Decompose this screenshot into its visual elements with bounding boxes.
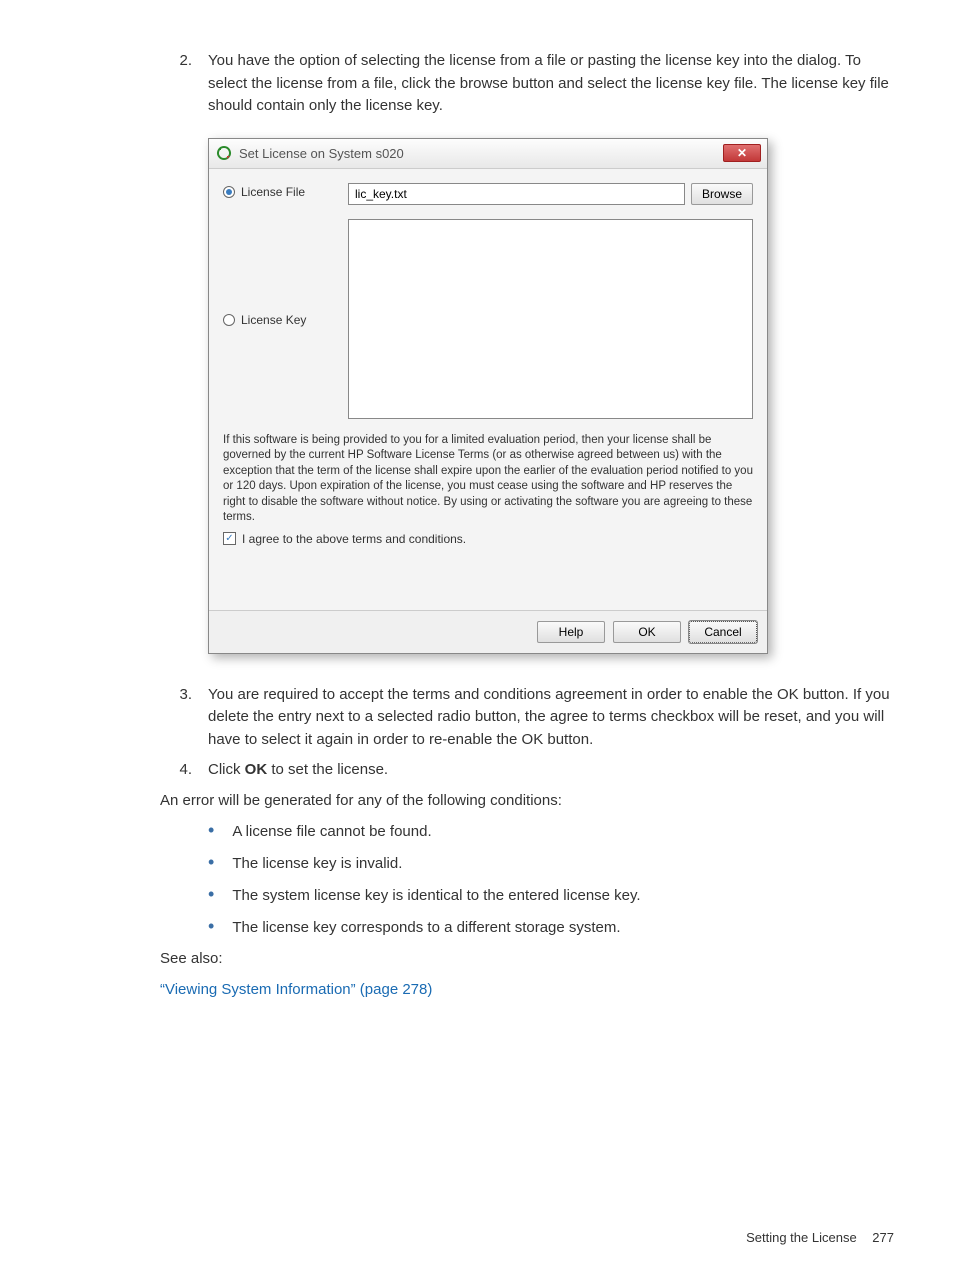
dialog-screenshot: Set License on System s020 ✕ License Fil… (208, 138, 894, 654)
bullet-2: • The license key is invalid. (208, 852, 894, 876)
dialog-title: Set License on System s020 (239, 146, 723, 161)
bullet-icon: • (208, 852, 214, 874)
bullet-text: A license file cannot be found. (232, 820, 431, 844)
step-text: You are required to accept the terms and… (208, 684, 894, 752)
footer-page: 277 (872, 1230, 894, 1245)
step-3: 3. You are required to accept the terms … (160, 684, 894, 752)
ok-button[interactable]: OK (613, 621, 681, 643)
bullet-text: The license key corresponds to a differe… (232, 916, 620, 940)
see-also-link[interactable]: “Viewing System Information” (page 278) (160, 979, 894, 1002)
license-file-label: License File (241, 185, 305, 199)
bullet-icon: • (208, 916, 214, 938)
bullet-text: The system license key is identical to t… (232, 884, 640, 908)
check-icon: ✓ (225, 533, 233, 544)
set-license-dialog: Set License on System s020 ✕ License Fil… (208, 138, 768, 654)
license-key-radio-group[interactable]: License Key (223, 311, 348, 327)
cancel-button[interactable]: Cancel (689, 621, 757, 643)
main-content: 2. You have the option of selecting the … (160, 50, 894, 1001)
dialog-titlebar: Set License on System s020 ✕ (209, 139, 767, 169)
bullet-text: The license key is invalid. (232, 852, 402, 876)
app-icon (215, 144, 233, 162)
license-key-row: License Key (223, 219, 753, 419)
step4-after: to set the license. (267, 761, 388, 778)
close-button[interactable]: ✕ (723, 144, 761, 162)
step-number: 4. (160, 759, 192, 782)
browse-button[interactable]: Browse (691, 183, 753, 205)
bullet-1: • A license file cannot be found. (208, 820, 894, 844)
license-file-input[interactable] (348, 183, 685, 205)
bullet-3: • The system license key is identical to… (208, 884, 894, 908)
error-intro: An error will be generated for any of th… (160, 790, 894, 813)
bullet-icon: • (208, 820, 214, 842)
help-button[interactable]: Help (537, 621, 605, 643)
radio-license-file[interactable] (223, 186, 235, 198)
license-file-radio-group[interactable]: License File (223, 183, 348, 199)
step4-bold: OK (245, 761, 268, 778)
step-number: 3. (160, 684, 192, 752)
terms-text: If this software is being provided to yo… (223, 433, 753, 526)
step-4: 4. Click OK to set the license. (160, 759, 894, 782)
step-list-continued: 3. You are required to accept the terms … (160, 684, 894, 782)
bullet-icon: • (208, 884, 214, 906)
agree-label: I agree to the above terms and condition… (242, 532, 466, 546)
step-text: You have the option of selecting the lic… (208, 50, 894, 118)
step-number: 2. (160, 50, 192, 118)
bullet-4: • The license key corresponds to a diffe… (208, 916, 894, 940)
license-key-label: License Key (241, 313, 306, 327)
agree-row[interactable]: ✓ I agree to the above terms and conditi… (223, 532, 753, 546)
license-file-row: License File Browse (223, 183, 753, 205)
footer-section: Setting the License (746, 1230, 857, 1245)
radio-license-key[interactable] (223, 314, 235, 326)
error-bullet-list: • A license file cannot be found. • The … (208, 820, 894, 940)
step-list: 2. You have the option of selecting the … (160, 50, 894, 118)
step4-before: Click (208, 761, 245, 778)
dialog-footer: Help OK Cancel (209, 610, 767, 653)
see-also-label: See also: (160, 948, 894, 971)
step-2: 2. You have the option of selecting the … (160, 50, 894, 118)
page-footer: Setting the License 277 (746, 1230, 894, 1245)
step-text: Click OK to set the license. (208, 759, 894, 782)
close-icon: ✕ (737, 146, 747, 160)
license-key-textarea[interactable] (348, 219, 753, 419)
agree-checkbox[interactable]: ✓ (223, 532, 236, 545)
spacer (223, 546, 753, 596)
dialog-body: License File Browse License Key If this … (209, 169, 767, 610)
